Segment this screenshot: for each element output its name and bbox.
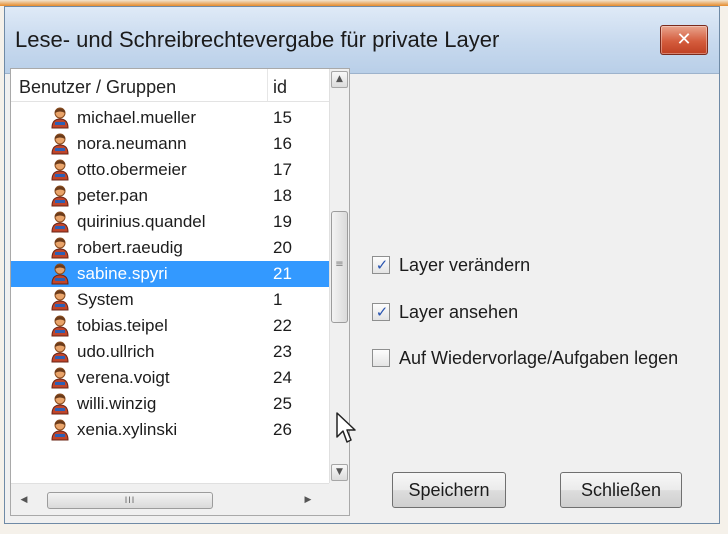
column-header-users-groups[interactable]: Benutzer / Gruppen bbox=[19, 77, 176, 98]
checkbox-box[interactable] bbox=[372, 349, 390, 367]
user-name: robert.raeudig bbox=[77, 238, 183, 257]
column-divider[interactable] bbox=[267, 69, 268, 101]
list-item[interactable]: nora.neumann 16 bbox=[11, 131, 329, 157]
user-id: 20 bbox=[273, 238, 292, 257]
user-icon bbox=[51, 211, 69, 233]
checkbox-box[interactable]: ✓ bbox=[372, 303, 390, 321]
user-icon bbox=[51, 185, 69, 207]
close-button[interactable]: Schließen bbox=[560, 472, 682, 508]
save-button[interactable]: Speichern bbox=[392, 472, 506, 508]
scroll-left-button[interactable]: ◀ bbox=[15, 492, 33, 509]
checkbox-label[interactable]: Auf Wiedervorlage/Aufgaben legen bbox=[399, 347, 678, 369]
user-name: michael.mueller bbox=[77, 108, 197, 127]
list-item[interactable]: System 1 bbox=[11, 287, 329, 313]
user-icon bbox=[51, 289, 69, 311]
user-name: quirinius.quandel bbox=[77, 212, 206, 231]
list-item[interactable]: xenia.xylinski 26 bbox=[11, 417, 329, 443]
list-item[interactable]: udo.ullrich 23 bbox=[11, 339, 329, 365]
user-icon bbox=[51, 367, 69, 389]
list-header: Benutzer / Gruppen id bbox=[11, 69, 329, 102]
user-name: sabine.spyri bbox=[77, 264, 168, 283]
scroll-up-button[interactable]: ▲ bbox=[331, 71, 348, 88]
scroll-right-button[interactable]: ▶ bbox=[299, 492, 317, 509]
user-icon bbox=[51, 263, 69, 285]
user-group-list[interactable]: Benutzer / Gruppen id michael.mueller 15 n… bbox=[10, 68, 350, 516]
user-name: tobias.teipel bbox=[77, 316, 168, 335]
list-item[interactable]: quirinius.quandel 19 bbox=[11, 209, 329, 235]
user-id: 19 bbox=[273, 212, 292, 231]
user-name: udo.ullrich bbox=[77, 342, 155, 361]
checkbox-label[interactable]: Layer ansehen bbox=[399, 301, 518, 323]
user-icon bbox=[51, 315, 69, 337]
title-bar[interactable]: Lese- und Schreibrechtevergabe für priva… bbox=[5, 7, 719, 74]
scroll-grip-icon: ≡ bbox=[335, 259, 344, 270]
list-item[interactable]: willi.winzig 25 bbox=[11, 391, 329, 417]
user-id: 1 bbox=[273, 290, 283, 309]
column-header-id[interactable]: id bbox=[273, 77, 287, 98]
user-name: otto.obermeier bbox=[77, 160, 187, 179]
check-icon: ✓ bbox=[375, 303, 389, 321]
list-item[interactable]: otto.obermeier 17 bbox=[11, 157, 329, 183]
list-item[interactable]: robert.raeudig 20 bbox=[11, 235, 329, 261]
screen-background: Lese- und Schreibrechtevergabe für priva… bbox=[0, 0, 728, 534]
user-icon bbox=[51, 107, 69, 129]
user-id: 24 bbox=[273, 368, 292, 387]
dialog-title: Lese- und Schreibrechtevergabe für priva… bbox=[15, 27, 500, 52]
vertical-scroll-thumb[interactable]: ≡ bbox=[331, 211, 348, 323]
user-icon bbox=[51, 393, 69, 415]
user-id: 17 bbox=[273, 160, 292, 179]
list-rows: michael.mueller 15 nora.neumann 16 otto.ober… bbox=[11, 105, 329, 443]
list-item[interactable]: verena.voigt 24 bbox=[11, 365, 329, 391]
user-icon bbox=[51, 159, 69, 181]
user-id: 15 bbox=[273, 108, 292, 127]
checkbox-label[interactable]: Layer verändern bbox=[399, 254, 530, 276]
user-icon bbox=[51, 341, 69, 363]
scroll-down-button[interactable]: ▼ bbox=[331, 464, 348, 481]
horizontal-scrollbar[interactable]: ◀ III ▶ bbox=[11, 483, 349, 515]
user-icon bbox=[51, 419, 69, 441]
user-name: nora.neumann bbox=[77, 134, 187, 153]
user-id: 18 bbox=[273, 186, 292, 205]
list-item[interactable]: michael.mueller 15 bbox=[11, 105, 329, 131]
checkbox-box[interactable]: ✓ bbox=[372, 256, 390, 274]
close-icon: ✕ bbox=[676, 29, 692, 50]
user-name: System bbox=[77, 290, 134, 309]
user-id: 22 bbox=[273, 316, 292, 335]
user-id: 23 bbox=[273, 342, 292, 361]
user-name: verena.voigt bbox=[77, 368, 170, 387]
close-window-button[interactable]: ✕ bbox=[660, 25, 708, 55]
horizontal-scroll-thumb[interactable]: III bbox=[47, 492, 213, 509]
user-name: willi.winzig bbox=[77, 394, 157, 413]
user-name: peter.pan bbox=[77, 186, 148, 205]
scrollbar-corner bbox=[329, 483, 349, 515]
user-icon bbox=[51, 237, 69, 259]
check-icon: ✓ bbox=[375, 256, 389, 274]
user-id: 16 bbox=[273, 134, 292, 153]
mouse-cursor-icon bbox=[336, 412, 356, 443]
user-name: xenia.xylinski bbox=[77, 420, 178, 439]
user-id: 25 bbox=[273, 394, 292, 413]
list-item[interactable]: peter.pan 18 bbox=[11, 183, 329, 209]
list-item[interactable]: tobias.teipel 22 bbox=[11, 313, 329, 339]
user-id: 21 bbox=[273, 264, 292, 283]
user-id: 26 bbox=[273, 420, 292, 439]
list-item[interactable]: sabine.spyri 21 bbox=[11, 261, 329, 287]
scroll-grip-icon: III bbox=[124, 495, 136, 505]
user-icon bbox=[51, 133, 69, 155]
